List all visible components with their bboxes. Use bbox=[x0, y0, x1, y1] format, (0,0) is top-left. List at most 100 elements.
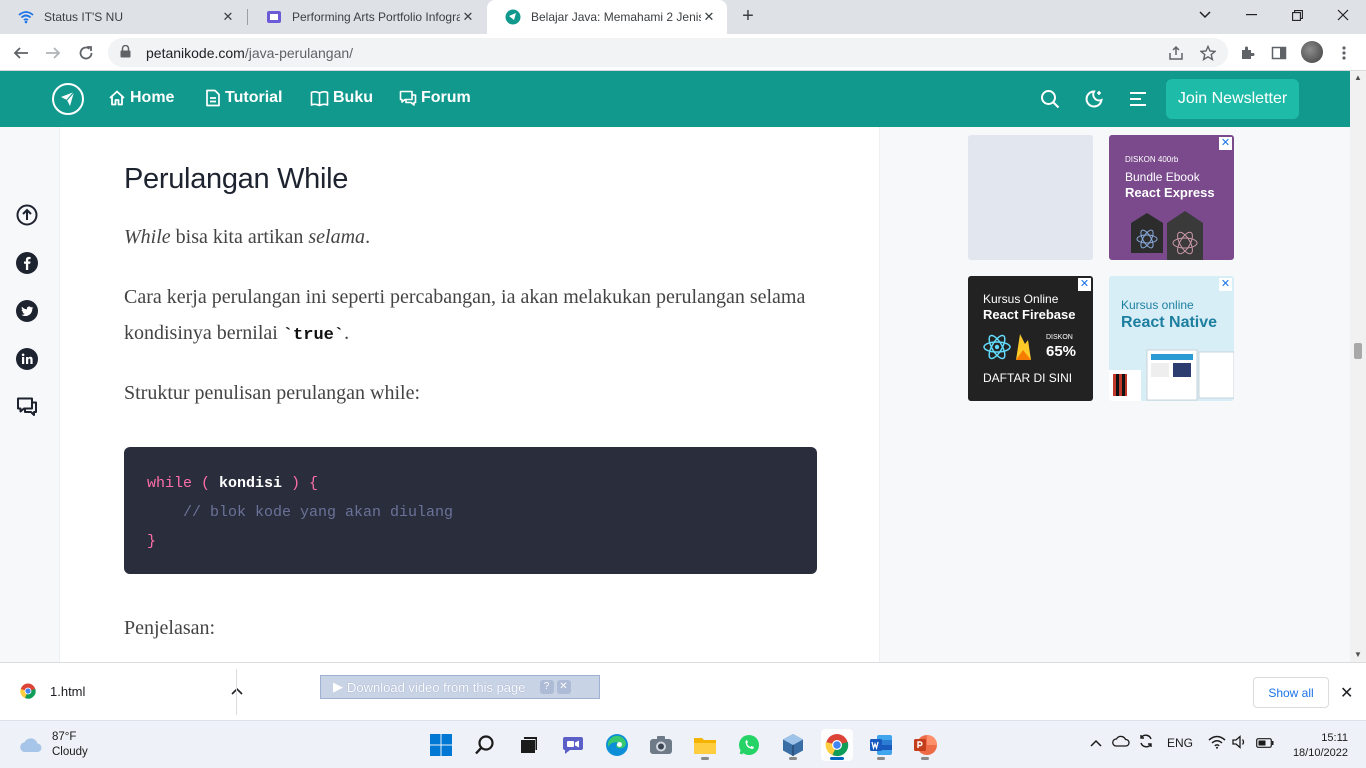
minimize-icon[interactable] bbox=[1228, 0, 1274, 30]
share-icon[interactable] bbox=[1166, 43, 1186, 63]
show-all-button[interactable]: Show all bbox=[1253, 677, 1329, 708]
tab-close-icon[interactable]: ✕ bbox=[220, 9, 236, 25]
new-tab-button[interactable]: + bbox=[737, 5, 759, 27]
tab-performing-arts[interactable]: Performing Arts Portfolio Infographic ✕ bbox=[248, 0, 486, 34]
page-scrollbar[interactable]: ▲ ▼ bbox=[1350, 71, 1366, 662]
back-arrow-icon[interactable] bbox=[8, 40, 34, 66]
chrome-file-icon bbox=[20, 683, 36, 699]
task-view-icon[interactable] bbox=[513, 729, 545, 761]
join-newsletter-button[interactable]: Join Newsletter bbox=[1166, 79, 1299, 119]
taskbar-search-icon[interactable] bbox=[469, 729, 501, 761]
running-indicator bbox=[877, 757, 885, 760]
browser-toolbar: petanikode.com/java-perulangan/ bbox=[0, 34, 1366, 71]
system-clock[interactable]: 15:11 18/10/2022 bbox=[1282, 731, 1348, 761]
active-indicator bbox=[830, 757, 844, 760]
windows-taskbar: 87°F Cloudy ENG 15:11 18/10/2022 bbox=[0, 720, 1366, 768]
chevron-up-icon[interactable] bbox=[231, 687, 243, 695]
kebab-menu-icon[interactable] bbox=[1334, 43, 1354, 63]
close-window-icon[interactable] bbox=[1320, 0, 1366, 30]
nav-forum[interactable]: Forum bbox=[399, 89, 471, 107]
side-panel-icon[interactable] bbox=[1269, 43, 1289, 63]
ad-react-express[interactable]: ✕ DISKON 400rb Bundle Ebook React Expres… bbox=[1109, 135, 1234, 260]
scrollbar-thumb[interactable] bbox=[1354, 343, 1362, 359]
virtualbox-icon[interactable] bbox=[777, 729, 809, 761]
volume-icon[interactable] bbox=[1232, 735, 1248, 752]
browser-tab-strip: Status IT'S NU ✕ Performing Arts Portfol… bbox=[0, 0, 1366, 34]
battery-icon[interactable] bbox=[1256, 737, 1274, 751]
ad-react-firebase[interactable]: ✕ Kursus Online React Firebase DISKON 65… bbox=[968, 276, 1093, 401]
start-button[interactable] bbox=[425, 729, 457, 761]
ebook-covers-image bbox=[1131, 211, 1203, 260]
nav-tutorial[interactable]: Tutorial bbox=[205, 89, 282, 107]
tab-status-its-nu[interactable]: Status IT'S NU ✕ bbox=[0, 0, 246, 34]
tab-close-icon[interactable]: ✕ bbox=[701, 9, 717, 25]
twitter-icon[interactable] bbox=[16, 300, 38, 322]
whatsapp-icon[interactable] bbox=[733, 729, 765, 761]
tab-title: Performing Arts Portfolio Infographic bbox=[292, 10, 460, 24]
ad-title: React Native bbox=[1121, 314, 1218, 331]
clock-time: 15:11 bbox=[1321, 732, 1348, 744]
facebook-icon[interactable] bbox=[16, 252, 38, 274]
ad-close-icon[interactable]: ✕ bbox=[1078, 278, 1091, 291]
powerpoint-icon[interactable] bbox=[909, 729, 941, 761]
close-download-bar-icon[interactable]: ✕ bbox=[1340, 683, 1353, 703]
wifi-tray-icon[interactable] bbox=[1208, 735, 1226, 752]
petanikode-logo-icon[interactable] bbox=[52, 83, 84, 115]
comment-icon[interactable] bbox=[16, 396, 38, 418]
nav-home[interactable]: Home bbox=[108, 89, 174, 107]
ad-react-native[interactable]: ✕ Kursus online React Native bbox=[1109, 276, 1234, 401]
address-bar[interactable]: petanikode.com/java-perulangan/ bbox=[108, 38, 1228, 67]
restore-icon[interactable] bbox=[1274, 0, 1320, 30]
tab-title: Belajar Java: Memahami 2 Jenis Perulanga… bbox=[531, 10, 701, 24]
code-comment: // blok kode yang akan diulang bbox=[183, 504, 454, 521]
menu-icon[interactable] bbox=[1127, 88, 1149, 110]
ad-discount-label: DISKON bbox=[1046, 334, 1073, 341]
chrome-taskbar-icon[interactable] bbox=[821, 729, 853, 761]
reload-icon[interactable] bbox=[73, 40, 99, 66]
tray-chevron-up-icon[interactable] bbox=[1090, 736, 1102, 750]
linkedin-icon[interactable] bbox=[16, 348, 38, 370]
word-icon[interactable] bbox=[865, 729, 897, 761]
code-block[interactable]: while ( kondisi ) { // blok kode yang ak… bbox=[124, 447, 817, 574]
weather-widget[interactable]: 87°F Cloudy bbox=[18, 730, 88, 760]
camera-icon[interactable] bbox=[645, 729, 677, 761]
onedrive-icon[interactable] bbox=[1112, 735, 1130, 750]
download-video-button[interactable]: ▶ Download video from this page ? ✕ bbox=[320, 675, 600, 699]
petanikode-icon bbox=[505, 9, 521, 25]
ad-placeholder[interactable] bbox=[968, 135, 1093, 260]
divider bbox=[236, 669, 237, 715]
article-content: Perulangan While While bisa kita artikan… bbox=[59, 127, 880, 662]
ad-close-icon[interactable]: ✕ bbox=[1219, 137, 1232, 150]
scroll-up-arrow-icon[interactable]: ▲ bbox=[1353, 73, 1363, 82]
search-icon[interactable] bbox=[1039, 88, 1061, 110]
tab-close-icon[interactable]: ✕ bbox=[460, 9, 476, 25]
canva-icon bbox=[266, 9, 282, 25]
tab-belajar-java[interactable]: Belajar Java: Memahami 2 Jenis Perulanga… bbox=[487, 0, 727, 34]
sync-icon[interactable] bbox=[1138, 733, 1154, 752]
extensions-icon[interactable] bbox=[1237, 43, 1257, 63]
bookmark-star-icon[interactable] bbox=[1198, 43, 1218, 63]
chat-icon bbox=[399, 90, 417, 106]
help-icon[interactable]: ? bbox=[539, 680, 554, 694]
nav-buku[interactable]: Buku bbox=[310, 89, 373, 107]
ad-title: React Firebase bbox=[983, 307, 1076, 322]
teams-chat-icon[interactable] bbox=[557, 729, 589, 761]
ad-cta[interactable]: DAFTAR DI SINI bbox=[983, 371, 1072, 385]
profile-avatar[interactable] bbox=[1301, 41, 1323, 63]
close-icon[interactable]: ✕ bbox=[556, 680, 571, 694]
ad-close-icon[interactable]: ✕ bbox=[1219, 278, 1232, 291]
dark-mode-icon[interactable] bbox=[1083, 88, 1105, 110]
scroll-down-arrow-icon[interactable]: ▼ bbox=[1353, 650, 1363, 659]
forward-arrow-icon[interactable] bbox=[40, 40, 66, 66]
tab-search-chevron-icon[interactable] bbox=[1182, 0, 1228, 30]
download-item[interactable]: 1.html bbox=[20, 683, 243, 699]
language-indicator[interactable]: ENG bbox=[1167, 736, 1193, 750]
edge-icon[interactable] bbox=[601, 729, 633, 761]
download-file-name: 1.html bbox=[50, 683, 86, 699]
paragraph-how-it-works: Cara kerja perulangan ini seperti percab… bbox=[124, 279, 824, 354]
download-video-label: Download video from this page bbox=[347, 679, 526, 695]
file-explorer-icon[interactable] bbox=[689, 729, 721, 761]
cloud-icon bbox=[20, 738, 42, 752]
paragraph-text: bisa kita artikan bbox=[170, 226, 309, 248]
scroll-top-icon[interactable] bbox=[16, 204, 38, 226]
